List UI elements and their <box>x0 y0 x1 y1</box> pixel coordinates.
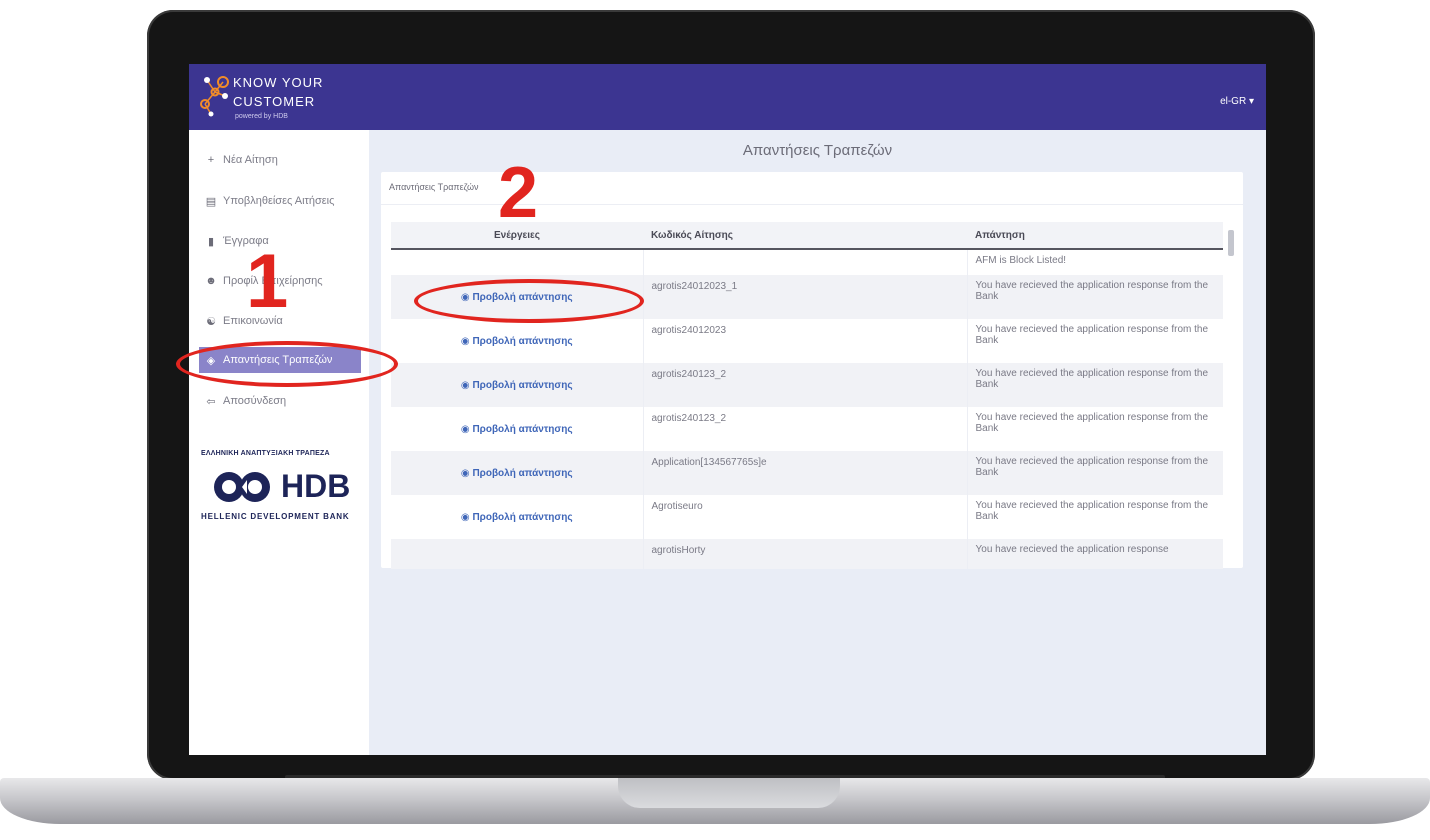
table-row: ◉ Προβολή απάντησης Application[13456776… <box>391 451 1223 495</box>
laptop-notch <box>618 778 840 808</box>
file-icon: ▮ <box>207 235 215 248</box>
view-response-link[interactable]: ◉ Προβολή απάντησης <box>391 319 644 363</box>
annotation-ellipse-view-response <box>414 279 644 323</box>
annotation-ellipse-sidebar <box>176 341 398 387</box>
sidebar-item-new-application[interactable]: + Νέα Αίτηση <box>199 147 361 173</box>
action-cell <box>391 539 644 569</box>
network-nodes-icon <box>200 76 229 117</box>
eye-icon: ◉ <box>460 335 473 347</box>
response-text: You have recieved the application respon… <box>975 412 1209 434</box>
response-text: AFM is Block Listed! <box>975 255 1067 266</box>
brand-line-1: KNOW YOUR <box>233 75 324 90</box>
eye-icon: ◉ <box>460 423 473 435</box>
annotation-step-2: 2 <box>498 153 539 233</box>
add-user-icon: + <box>207 154 215 166</box>
table-row: ◉ Προβολή απάντησης Agrotiseuro You have… <box>391 495 1223 539</box>
chevron-down-icon: ▾ <box>1248 96 1254 107</box>
table-scrollbar[interactable] <box>1227 222 1235 557</box>
view-response-label: Προβολή απάντησης <box>472 467 573 479</box>
kyc-logo[interactable]: KNOW YOUR CUSTOMER powered by HDB <box>199 72 349 124</box>
response-text: You have recieved the application respon… <box>967 539 1223 569</box>
sidebar-item-label: Υποβληθείσες Αιτήσεις <box>223 195 335 207</box>
top-bar: KNOW YOUR CUSTOMER powered by HDB el-GR … <box>189 64 1266 130</box>
view-response-link[interactable]: ◉ Προβολή απάντησης <box>391 407 644 451</box>
response-text: You have recieved the application respon… <box>967 363 1223 407</box>
response-text: You have recieved the application respon… <box>967 275 1223 319</box>
logout-icon: ⇦ <box>206 395 216 408</box>
action-cell <box>391 249 644 275</box>
language-selector[interactable]: el-GR ▾ <box>1220 96 1254 107</box>
language-label: el-GR <box>1220 96 1247 107</box>
hdb-emblem-icon <box>214 471 270 502</box>
eye-icon: ◉ <box>460 467 473 479</box>
brand-line-2: CUSTOMER <box>233 94 316 109</box>
scrollbar-thumb[interactable] <box>1228 230 1234 256</box>
view-response-label: Προβολή απάντησης <box>472 335 573 347</box>
application-code: agrotisHorty <box>643 539 968 569</box>
application-code: Application[134567765s]e <box>643 451 968 495</box>
column-header-response[interactable]: Απάντηση <box>967 222 1223 250</box>
app-screen: KNOW YOUR CUSTOMER powered by HDB el-GR … <box>189 64 1266 755</box>
column-header-application-code[interactable]: Κωδικός Αίτησης <box>643 222 967 250</box>
brand-subtitle: powered by HDB <box>235 113 288 120</box>
view-response-link[interactable]: ◉ Προβολή απάντησης <box>391 363 644 407</box>
eye-icon: ◉ <box>460 511 473 523</box>
sidebar: + Νέα Αίτηση ▤ Υποβληθείσες Αιτήσεις ▮ Έ… <box>189 130 369 755</box>
person-icon: ☻ <box>205 275 217 287</box>
application-code <box>643 249 968 275</box>
sidebar-item-label: Νέα Αίτηση <box>223 154 278 166</box>
table-row: AFM is Block Listed! <box>391 249 1223 275</box>
table-row: agrotisHorty You have recieved the appli… <box>391 539 1223 569</box>
table-row: ◉ Προβολή απάντησης agrotis240123_2 You … <box>391 363 1223 407</box>
bank-wordmark: HDB <box>281 468 351 504</box>
view-response-label: Προβολή απάντησης <box>472 379 573 391</box>
annotation-step-1: 1 <box>246 239 289 324</box>
view-response-label: Προβολή απάντησης <box>472 423 573 435</box>
application-code: agrotis240123_2 <box>643 407 968 451</box>
responses-table: Ενέργειες Κωδικός Αίτησης Απάντηση AFM i… <box>391 222 1223 569</box>
eye-icon: ◉ <box>460 379 473 391</box>
application-code: agrotis24012023 <box>643 319 968 363</box>
response-text: You have recieved the application respon… <box>967 451 1223 495</box>
sidebar-item-label: Αποσύνδεση <box>223 395 287 407</box>
view-response-link[interactable]: ◉ Προβολή απάντησης <box>391 451 644 495</box>
bank-english-name: HELLENIC DEVELOPMENT BANK <box>201 512 350 521</box>
response-text: You have recieved the application respon… <box>975 500 1209 522</box>
breadcrumb: Απαντήσεις Τραπεζών <box>389 182 479 192</box>
bank-greek-name: ΕΛΛΗΝΙΚΗ ΑΝΑΠΤΥΞΙΑΚΗ ΤΡΑΠΕΖΑ <box>201 450 330 457</box>
application-code: Agrotiseuro <box>643 495 968 539</box>
hdb-bank-logo: ΕΛΛΗΝΙΚΗ ΑΝΑΠΤΥΞΙΑΚΗ ΤΡΑΠΕΖΑ HDB HELLENI… <box>189 450 369 530</box>
table-row: ◉ Προβολή απάντησης agrotis24012023 You … <box>391 319 1223 363</box>
application-code: agrotis24012023_1 <box>643 275 968 319</box>
view-response-label: Προβολή απάντησης <box>472 511 573 523</box>
response-text: You have recieved the application respon… <box>975 324 1209 346</box>
view-response-link[interactable]: ◉ Προβολή απάντησης <box>391 495 644 539</box>
sidebar-item-logout[interactable]: ⇦ Αποσύνδεση <box>199 388 361 414</box>
document-list-icon: ▤ <box>205 195 217 208</box>
table-row: ◉ Προβολή απάντησης agrotis240123_2 You … <box>391 407 1223 451</box>
sidebar-item-submitted-applications[interactable]: ▤ Υποβληθείσες Αιτήσεις <box>199 188 361 214</box>
people-icon: ☯ <box>206 315 216 328</box>
application-code: agrotis240123_2 <box>643 363 968 407</box>
